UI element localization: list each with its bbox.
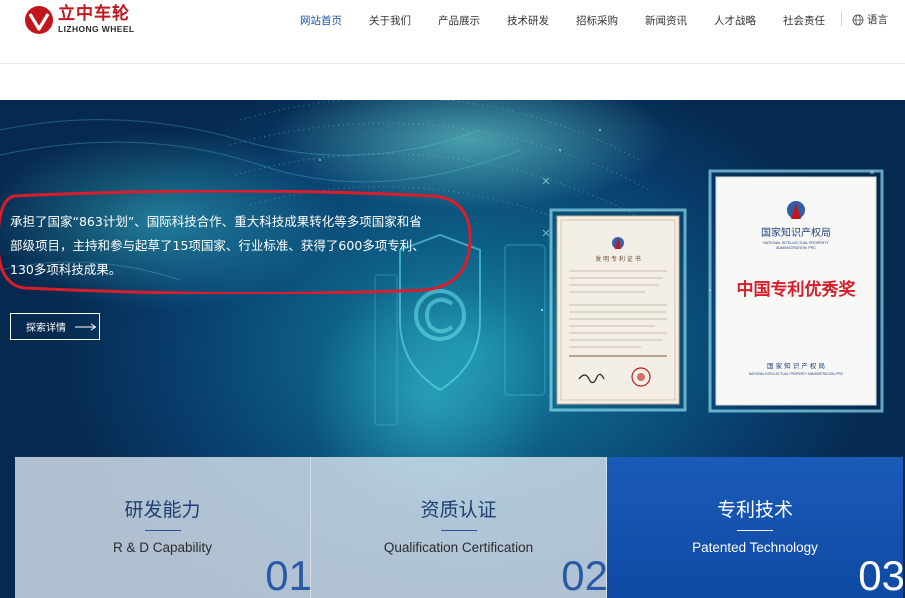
main-nav: 网站首页 关于我们 产品展示 技术研发 招标采购 新闻资讯 人才战略 社会责任 — [300, 0, 852, 40]
capability-cards: 研发能力 R & D Capability 01 资质认证 Qualificat… — [15, 457, 903, 598]
patent-certificate: 发 明 专 利 证 书 — [549, 208, 687, 412]
card-number: 02 — [561, 552, 607, 598]
explore-details-button[interactable]: 探索详情 — [10, 313, 100, 340]
hero-text-line-1: 承担了国家“863计划”、国际科技合作、重大科技成果转化等多项国家和省 — [10, 214, 422, 229]
card-title: 资质认证 — [420, 499, 497, 521]
award-org-en-line-1: NATIONAL INTELLECTUAL PROPERTY — [763, 241, 829, 245]
logo-name-en: LIZHONG WHEEL — [58, 24, 135, 35]
card-patented-technology[interactable]: 专利技术 Patented Technology 03 — [607, 457, 903, 598]
logo-text: 立中车轮 LIZHONG WHEEL — [58, 6, 135, 34]
award-org-en-line-2: ADMINISTRATION, PRC — [776, 246, 816, 250]
nav-item-procurement[interactable]: 招标采购 — [576, 13, 618, 28]
hero-text-line-2: 部级项目，主持和参与起草了15项国家、行业标准、获得了600多项专利、 — [10, 238, 425, 253]
card-title: 专利技术 — [716, 499, 793, 521]
card-divider — [737, 530, 773, 531]
certificates-display: 发 明 专 利 证 书 国家知识产权局 NATIONAL INTELLECTUA… — [549, 169, 884, 413]
nav-item-home[interactable]: 网站首页 — [300, 13, 342, 28]
nav-item-talent[interactable]: 人才战略 — [714, 13, 756, 28]
globe-icon — [852, 14, 864, 25]
patent-award-certificate: 国家知识产权局 NATIONAL INTELLECTUAL PROPERTY A… — [708, 169, 884, 413]
card-title: 研发能力 — [124, 499, 201, 521]
card-number: 01 — [265, 552, 311, 598]
page: 立中车轮 LIZHONG WHEEL 网站首页 关于我们 产品展示 技术研发 招… — [0, 0, 905, 598]
award-title: 中国专利优秀奖 — [737, 279, 857, 300]
site-header: 立中车轮 LIZHONG WHEEL 网站首页 关于我们 产品展示 技术研发 招… — [0, 0, 905, 64]
award-org-cn: 国家知识产权局 — [761, 226, 831, 239]
nav-item-rnd[interactable]: 技术研发 — [507, 13, 549, 28]
logo-name-cn: 立中车轮 — [58, 4, 130, 25]
arrow-right-icon — [75, 323, 97, 330]
award-footer-en: NATIONAL INTELLECTUAL PROPERTY ADMINISTR… — [749, 372, 844, 376]
nav-item-products[interactable]: 产品展示 — [438, 13, 480, 28]
explore-details-label: 探索详情 — [26, 323, 66, 334]
language-label: 语言 — [867, 14, 888, 26]
nav-divider — [841, 12, 842, 26]
card-rnd-capability[interactable]: 研发能力 R & D Capability 01 — [15, 457, 311, 598]
card-divider — [145, 530, 181, 531]
hero-text-line-3: 130多项科技成果。 — [10, 262, 122, 277]
logo-mark-icon — [25, 6, 53, 34]
brand-logo[interactable]: 立中车轮 LIZHONG WHEEL — [24, 4, 135, 36]
card-divider — [441, 530, 477, 531]
language-switcher[interactable]: 语言 — [852, 12, 888, 27]
patent-certificate-title: 发 明 专 利 证 书 — [595, 255, 641, 263]
card-number: 03 — [858, 552, 903, 598]
card-qualification-certification[interactable]: 资质认证 Qualification Certification 02 — [311, 457, 607, 598]
nav-item-about[interactable]: 关于我们 — [369, 13, 411, 28]
award-footer-cn: 国 家 知 识 产 权 局 — [767, 361, 825, 370]
hero-description: 承担了国家“863计划”、国际科技合作、重大科技成果转化等多项国家和省 部级项目… — [10, 210, 470, 282]
nav-item-news[interactable]: 新闻资讯 — [645, 13, 687, 28]
nav-item-social-responsibility[interactable]: 社会责任 — [783, 13, 825, 28]
